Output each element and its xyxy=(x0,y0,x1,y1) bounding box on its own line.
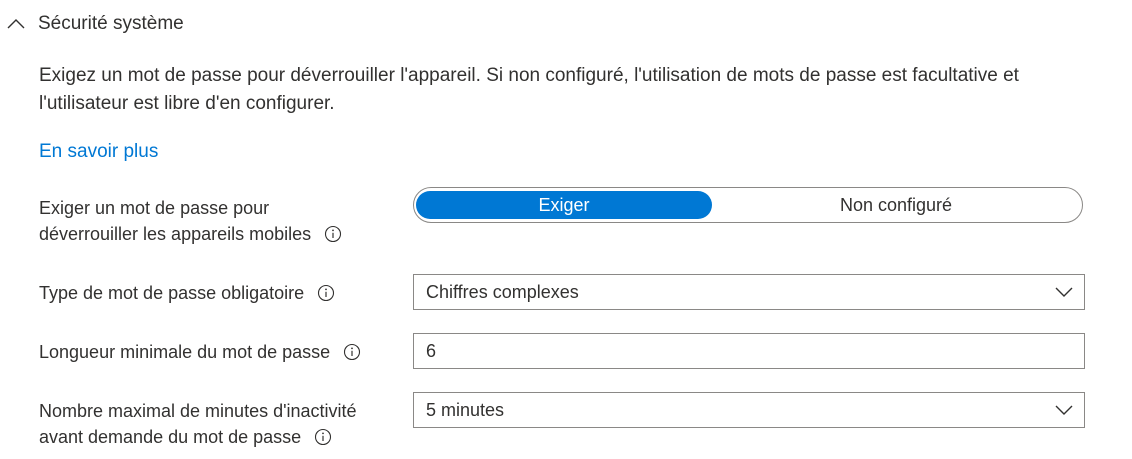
info-icon[interactable] xyxy=(317,283,335,302)
chevron-up-icon xyxy=(2,14,30,34)
require-password-label: Exiger un mot de passe pour déverrouille… xyxy=(39,195,342,247)
toggle-option-require[interactable]: Exiger xyxy=(416,191,712,219)
section-header-toggle[interactable]: Sécurité système xyxy=(0,6,184,42)
info-icon[interactable] xyxy=(314,427,332,446)
section-description: Exigez un mot de passe pour déverrouille… xyxy=(39,65,1019,114)
learn-more-link[interactable]: En savoir plus xyxy=(39,141,158,163)
password-type-dropdown[interactable]: Chiffres complexes xyxy=(413,274,1085,310)
max-inactivity-label-line2: avant demande du mot de passe xyxy=(39,427,302,447)
max-inactivity-label: Nombre maximal de minutes d'inactivité a… xyxy=(39,398,357,450)
require-password-toggle[interactable]: Exiger Non configuré xyxy=(413,187,1083,223)
password-type-value: Chiffres complexes xyxy=(426,281,579,302)
min-length-label: Longueur minimale du mot de passe xyxy=(39,339,361,365)
max-inactivity-dropdown[interactable]: 5 minutes xyxy=(413,392,1085,428)
info-icon[interactable] xyxy=(324,224,342,243)
max-inactivity-label-line1: Nombre maximal de minutes d'inactivité xyxy=(39,401,357,421)
section-title: Sécurité système xyxy=(38,13,184,34)
max-inactivity-value: 5 minutes xyxy=(426,399,505,420)
info-icon[interactable] xyxy=(343,342,361,361)
chevron-down-icon xyxy=(1044,393,1084,427)
chevron-down-icon xyxy=(1044,275,1084,309)
toggle-option-not-configured[interactable]: Non configuré xyxy=(712,191,1080,219)
min-length-value: 6 xyxy=(426,340,437,361)
min-length-label-text: Longueur minimale du mot de passe xyxy=(39,342,331,362)
password-type-label-text: Type de mot de passe obligatoire xyxy=(39,283,305,303)
system-security-panel: Sécurité système Exigez un mot de passe … xyxy=(0,0,1132,459)
require-password-label-line2: déverrouiller les appareils mobiles xyxy=(39,224,312,244)
require-password-label-line1: Exiger un mot de passe pour xyxy=(39,198,270,218)
min-length-input[interactable]: 6 xyxy=(413,333,1085,369)
password-type-label: Type de mot de passe obligatoire xyxy=(39,280,335,306)
